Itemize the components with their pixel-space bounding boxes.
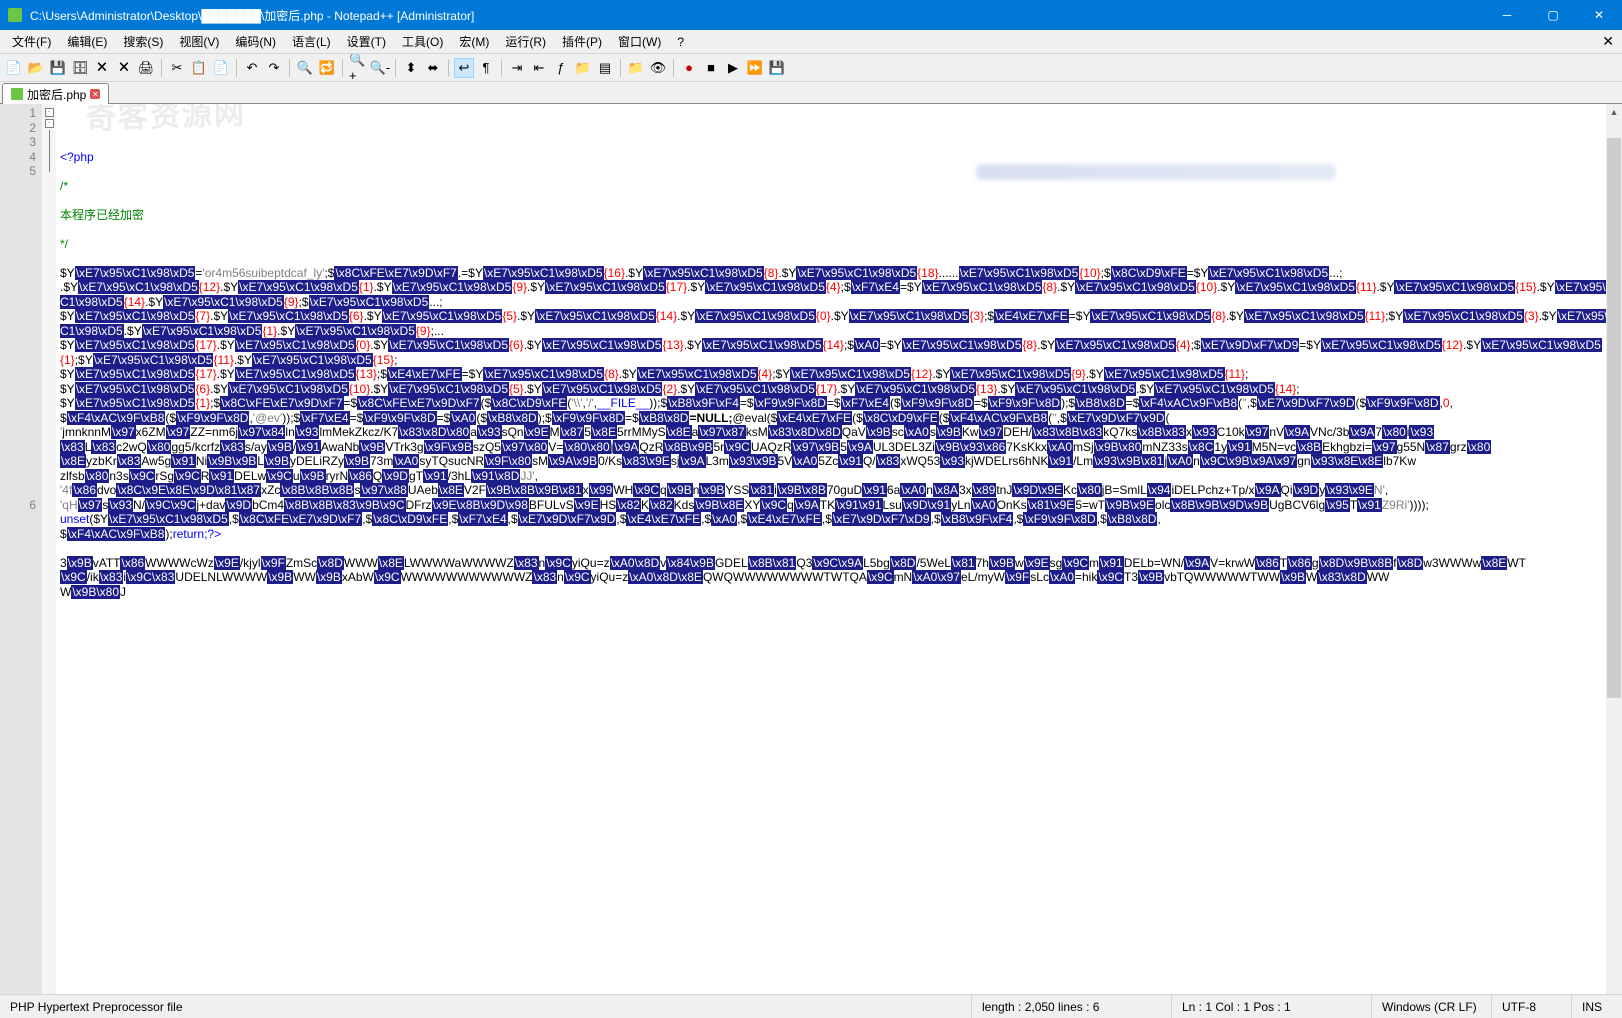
separator: [501, 59, 502, 77]
status-filetype: PHP Hypertext Preprocessor file: [0, 995, 972, 1018]
menu-macro[interactable]: 宏(M): [451, 31, 497, 52]
code-line-5: $Y\xE7\x95\xC1\x98\xD5='or4m56suibeptdca…: [60, 266, 1618, 542]
scroll-up-icon[interactable]: ▲: [1606, 104, 1622, 120]
indent-icon[interactable]: ⇥: [507, 58, 527, 78]
fastplay-icon[interactable]: ⏩: [745, 58, 765, 78]
status-insmode[interactable]: INS: [1572, 995, 1622, 1018]
folder-icon[interactable]: 📁: [626, 58, 646, 78]
allchars-icon[interactable]: ¶: [476, 58, 496, 78]
separator: [236, 59, 237, 77]
sync-v-icon[interactable]: ⬍: [401, 58, 421, 78]
save-icon[interactable]: 💾: [48, 58, 68, 78]
cut-icon[interactable]: ✂: [167, 58, 187, 78]
minimize-button[interactable]: ─: [1484, 0, 1530, 30]
separator: [289, 59, 290, 77]
fold-toggle[interactable]: -: [45, 119, 54, 128]
ln: 1: [2, 106, 36, 121]
comment-open: /*: [60, 179, 68, 193]
menu-plugins[interactable]: 插件(P): [554, 31, 610, 52]
menubar: 文件(F) 编辑(E) 搜索(S) 视图(V) 编码(N) 语言(L) 设置(T…: [0, 30, 1622, 54]
status-eol[interactable]: Windows (CR LF): [1372, 995, 1492, 1018]
window-buttons: ─ ▢ ✕: [1484, 0, 1622, 30]
menu-edit[interactable]: 编辑(E): [59, 31, 115, 52]
menu-window[interactable]: 窗口(W): [610, 31, 669, 52]
php-open: <?php: [60, 150, 94, 164]
status-encoding[interactable]: UTF-8: [1492, 995, 1572, 1018]
tab-close-icon[interactable]: ✕: [90, 89, 100, 99]
open-icon[interactable]: 📂: [26, 58, 46, 78]
new-icon[interactable]: 📄: [4, 58, 24, 78]
vertical-scrollbar[interactable]: ▲: [1606, 104, 1622, 994]
record-icon[interactable]: ●: [679, 58, 699, 78]
statusbar: PHP Hypertext Preprocessor file length :…: [0, 994, 1622, 1018]
print-icon[interactable]: 🖨: [136, 58, 156, 78]
close-button[interactable]: ✕: [1576, 0, 1622, 30]
window-title: C:\Users\Administrator\Desktop\███████\加…: [28, 7, 1484, 24]
watermark: 奇客资源网: [86, 107, 246, 127]
replace-icon[interactable]: 🔁: [317, 58, 337, 78]
zoomout-icon[interactable]: 🔍-: [370, 58, 390, 78]
fold-toggle[interactable]: -: [45, 108, 54, 117]
zoomin-icon[interactable]: 🔍+: [348, 58, 368, 78]
paste-icon[interactable]: 📄: [211, 58, 231, 78]
ln: 6: [2, 498, 36, 513]
tab-file[interactable]: 加密后.php ✕: [2, 83, 109, 104]
app-icon: [8, 8, 22, 22]
code-line-6: 3\x9BvATT\x86WWWWcWz\x9E/kjyl\x9FZmSc\x8…: [60, 556, 1618, 600]
menu-tools[interactable]: 工具(O): [394, 31, 451, 52]
menu-language[interactable]: 语言(L): [284, 31, 339, 52]
stoprec-icon[interactable]: ■: [701, 58, 721, 78]
code-area[interactable]: 奇客资源网 <?php /* 本程序已经加密 */ $Y\xE7\x95\xC1…: [56, 104, 1622, 994]
copy-icon[interactable]: 📋: [189, 58, 209, 78]
menu-run[interactable]: 运行(R): [497, 31, 554, 52]
undo-icon[interactable]: ↶: [242, 58, 262, 78]
ln: 4: [2, 150, 36, 165]
redo-icon[interactable]: ↷: [264, 58, 284, 78]
line-number-gutter: 1 2 3 4 5 6: [0, 104, 42, 994]
ln: 3: [2, 135, 36, 150]
playmacro-icon[interactable]: ▶: [723, 58, 743, 78]
separator: [342, 59, 343, 77]
menu-file[interactable]: 文件(F): [4, 31, 59, 52]
maximize-button[interactable]: ▢: [1530, 0, 1576, 30]
sync-h-icon[interactable]: ⬌: [423, 58, 443, 78]
ln: 5: [2, 164, 36, 179]
tab-label: 加密后.php: [27, 86, 86, 103]
funclist-icon[interactable]: ƒ: [551, 58, 571, 78]
tabbar: 加密后.php ✕: [0, 82, 1622, 104]
editor[interactable]: 1 2 3 4 5 6 - - 奇客资源网 <?php /* 本程序已经加密 *…: [0, 104, 1622, 994]
closeall-icon[interactable]: 🗙: [114, 58, 134, 78]
menu-encoding[interactable]: 编码(N): [227, 31, 284, 52]
docmap-icon[interactable]: ▤: [595, 58, 615, 78]
close-file-x[interactable]: ✕: [1602, 33, 1614, 50]
outdent-icon[interactable]: ⇤: [529, 58, 549, 78]
menu-help[interactable]: ?: [669, 33, 692, 51]
file-icon: [11, 88, 23, 100]
savemacro-icon[interactable]: 💾: [767, 58, 787, 78]
menu-search[interactable]: 搜索(S): [115, 31, 171, 52]
foldermap-icon[interactable]: 📁: [573, 58, 593, 78]
fold-column[interactable]: - -: [42, 104, 56, 994]
saveall-icon[interactable]: 🗄: [70, 58, 90, 78]
comment-close: */: [60, 237, 68, 251]
separator: [673, 59, 674, 77]
monitor-icon[interactable]: 👁: [648, 58, 668, 78]
find-icon[interactable]: 🔍: [295, 58, 315, 78]
wordwrap-icon[interactable]: ↩: [454, 58, 474, 78]
toolbar: 📄 📂 💾 🗄 🗙 🗙 🖨 ✂ 📋 📄 ↶ ↷ 🔍 🔁 🔍+ 🔍- ⬍ ⬌ ↩ …: [0, 54, 1622, 82]
separator: [395, 59, 396, 77]
titlebar: C:\Users\Administrator\Desktop\███████\加…: [0, 0, 1622, 30]
closefile-icon[interactable]: 🗙: [92, 58, 112, 78]
separator: [620, 59, 621, 77]
comment-body: 本程序已经加密: [60, 208, 144, 222]
ln: 2: [2, 121, 36, 136]
scroll-thumb[interactable]: [1607, 138, 1621, 698]
status-length: length : 2,050 lines : 6: [972, 995, 1172, 1018]
separator: [161, 59, 162, 77]
menu-view[interactable]: 视图(V): [171, 31, 227, 52]
menu-settings[interactable]: 设置(T): [339, 31, 394, 52]
separator: [448, 59, 449, 77]
status-position: Ln : 1 Col : 1 Pos : 1: [1172, 995, 1372, 1018]
